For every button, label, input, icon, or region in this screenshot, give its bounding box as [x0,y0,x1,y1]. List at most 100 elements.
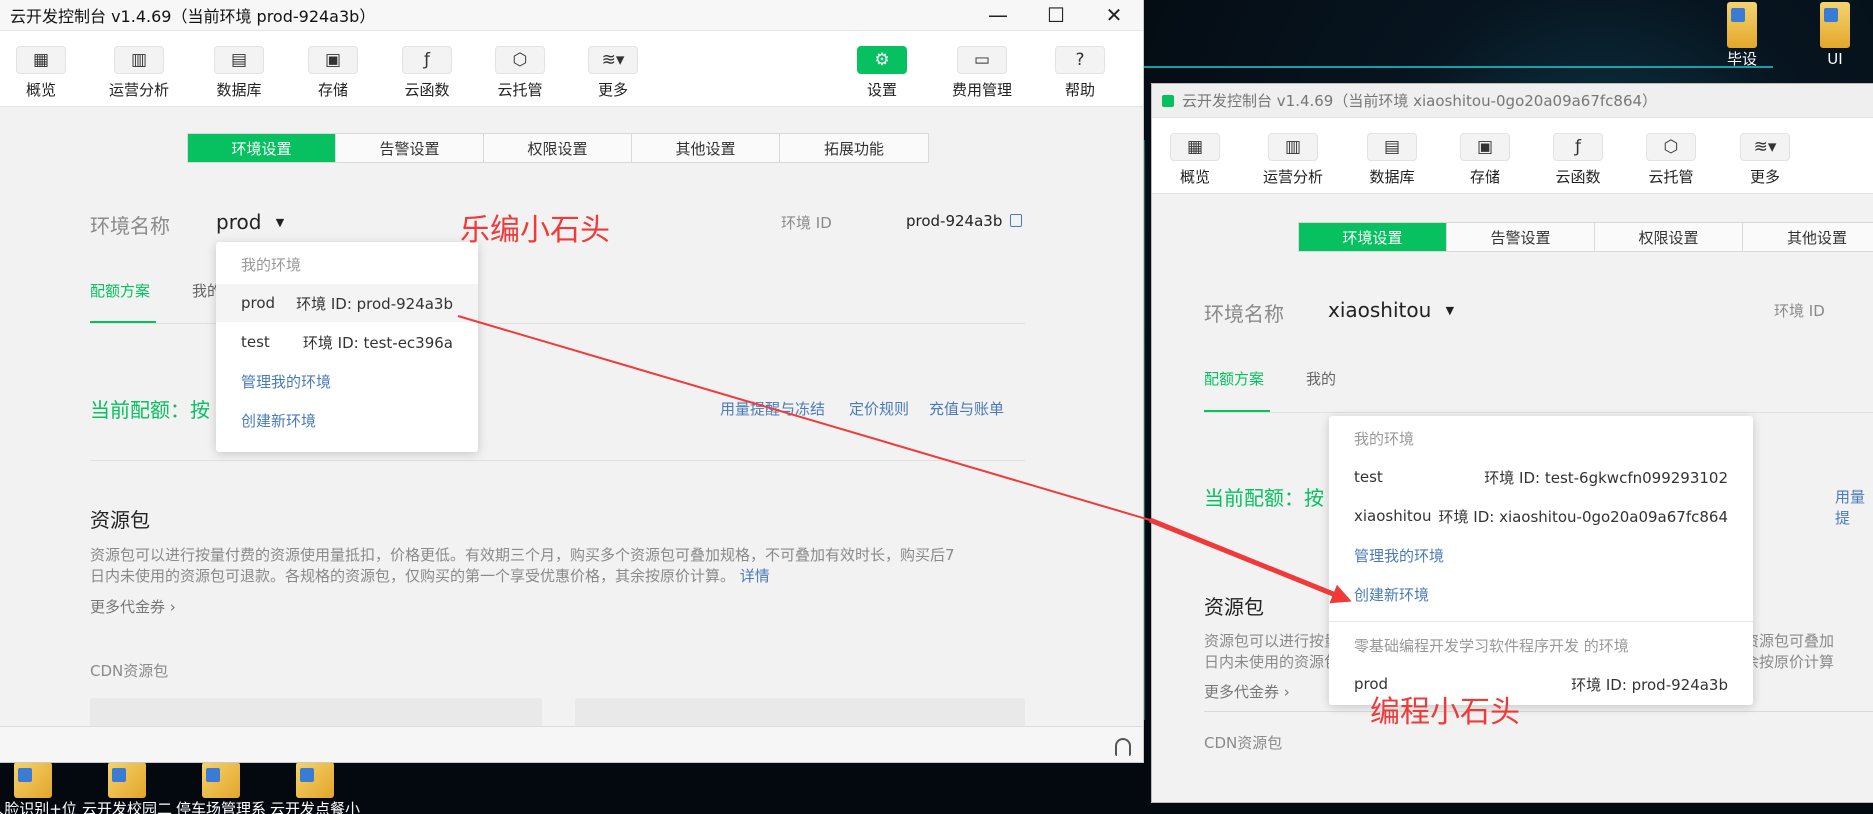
maximize-icon[interactable]: ☐ [1027,0,1085,30]
current-quota: 当前配额：按 [1204,486,1324,510]
env-dropdown: 我的环境 prod 环境 ID: prod-924a3b test 环境 ID:… [216,242,478,452]
desktop-icon-ui[interactable]: UI [1790,2,1873,69]
window-title: 云开发控制台 v1.4.69（当前环境 xiaoshitou-0go20a09a… [1182,92,1658,110]
more-coupons[interactable]: 更多代金券 › [90,596,176,617]
subtab-quota[interactable]: 配额方案 [1204,368,1264,389]
toolbar-label: 设置 [866,81,897,99]
toolbar-button-5[interactable]: ⬡ 云托管 [480,46,560,100]
minimize-icon[interactable]: — [969,0,1027,30]
toolbar-button-4[interactable]: ƒ 云函数 [1538,133,1618,187]
manage-env-link[interactable]: 管理我的环境 [216,362,478,400]
console-window-prod[interactable]: 云开发控制台 v1.4.69（当前环境 prod-924a3b） — ☐ ✕ ▦… [0,0,1143,762]
tab-alert-settings[interactable]: 告警设置 [336,134,484,162]
tab-env-settings[interactable]: 环境设置 [1299,223,1447,251]
toolbar-button-7[interactable]: ⚙ 设置 [842,46,922,100]
more-coupons[interactable]: 更多代金券 › [1204,681,1290,702]
dropdown-item-prod[interactable]: prod 环境 ID: prod-924a3b [216,284,478,322]
project-icon [108,762,146,798]
create-env-link[interactable]: 创建新环境 [1329,575,1753,613]
storage-icon: ▣ [1460,133,1510,161]
toolbar-label: 数据库 [216,81,262,99]
toolbar-button-0[interactable]: ▦ 概览 [1,46,81,100]
toolbar-button-2[interactable]: ▤ 数据库 [1352,133,1432,187]
env-id-value: prod-924a3b [906,212,1023,230]
dropdown-item-test[interactable]: test 环境 ID: test-6gkwcfn099293102 [1329,458,1753,496]
tab-other-settings[interactable]: 其他设置 [632,134,780,162]
annotation-bottom: 编程小石头 [1370,695,1520,730]
manage-env-link[interactable]: 管理我的环境 [1329,536,1753,574]
title-bar[interactable]: 云开发控制台 v1.4.69（当前环境 prod-924a3b） — ☐ ✕ [0,0,1143,31]
toolbar-label: 存储 [1469,168,1500,186]
toolbar-button-3[interactable]: ▣ 存储 [293,46,373,100]
project-icon [202,762,240,798]
toolbar-button-0[interactable]: ▦ 概览 [1155,133,1235,187]
title-bar[interactable]: 云开发控制台 v1.4.69（当前环境 xiaoshitou-0go20a09a… [1152,84,1873,118]
detail-link[interactable]: 详情 [740,567,770,585]
desktop-icon-face[interactable]: 人脸识别+位置签到 [0,762,78,814]
dropdown-item-xiaoshitou[interactable]: xiaoshitou 环境 ID: xiaoshitou-0go20a09a67… [1329,497,1753,535]
project-icon [296,762,334,798]
env-select[interactable]: xiaoshitou ▼ [1328,298,1454,322]
env-select[interactable]: prod ▼ [216,210,284,234]
toolbar-label: 云函数 [1555,168,1601,186]
toolbar-button-8[interactable]: ▭ 费用管理 [942,46,1022,100]
toolbar-label: 云托管 [1648,168,1694,186]
env-id-label: 环境 ID [781,214,832,232]
toolbar-label: 存储 [317,81,348,99]
billing-icon: ▭ [957,46,1007,74]
desktop-icon-order[interactable]: 云开发点餐小程序 [270,762,360,814]
folder-icon [1820,2,1850,48]
tab-permission-settings[interactable]: 权限设置 [1595,223,1743,251]
tab-permission-settings[interactable]: 权限设置 [484,134,632,162]
storage-icon: ▣ [308,46,358,74]
database-icon: ▤ [214,46,264,74]
resource-desc-2: 日内未使用的资源包可退款。各规格的资源包，仅购买的第一个享受优惠价格，其余按原价… [90,567,770,585]
link-pricing[interactable]: 定价规则 [849,398,909,419]
toolbar-button-3[interactable]: ▣ 存储 [1445,133,1525,187]
link-usage-alert[interactable]: 用量提醒与冻结 [720,398,825,419]
env-id-label: 环境 ID [1774,302,1825,320]
bell-icon[interactable] [1115,738,1131,756]
toolbar-button-2[interactable]: ▤ 数据库 [199,46,279,100]
tab-env-settings[interactable]: 环境设置 [188,134,336,162]
toolbar-label: 概览 [1179,168,1210,186]
subtab-mine[interactable]: 我的 [1306,368,1336,389]
app-icon [1162,94,1174,107]
tab-extensions[interactable]: 拓展功能 [780,134,928,162]
copy-icon[interactable] [1010,214,1023,227]
toolbar-button-1[interactable]: ▥ 运营分析 [1253,133,1333,187]
help-icon: ? [1055,46,1105,74]
tab-other-settings[interactable]: 其他设置 [1743,223,1873,251]
annotation-top: 乐编小石头 [460,213,610,248]
create-env-link[interactable]: 创建新环境 [216,401,478,439]
database-icon: ▤ [1367,133,1417,161]
toolbar-label: 运营分析 [1262,168,1323,186]
layers-icon: ≋▾ [1740,133,1790,161]
dropdown-header: 我的环境 [1354,429,1415,448]
desktop-icon-parking[interactable]: 停车场管理系统 [176,762,266,814]
toolbar-button-6[interactable]: ≋▾ 更多 [1725,133,1805,187]
subtab-quota[interactable]: 配额方案 [90,280,150,301]
toolbar-label: 概览 [25,81,56,99]
cube-icon: ⬡ [495,46,545,74]
toolbar-button-5[interactable]: ⬡ 云托管 [1631,133,1711,187]
tab-alert-settings[interactable]: 告警设置 [1447,223,1595,251]
toolbar-button-4[interactable]: ƒ 云函数 [387,46,467,100]
bar-chart-icon: ▥ [114,46,164,74]
shared-env-header: 零基础编程开发学习软件程序开发 的环境 [1354,636,1629,655]
toolbar-button-1[interactable]: ▥ 运营分析 [99,46,179,100]
desktop-icon-campus[interactable]: 云开发校园二手交易 [82,762,172,814]
toolbar-button-6[interactable]: ≋▾ 更多 [573,46,653,100]
desktop-icon-bishe[interactable]: 毕设 [1697,2,1787,69]
toolbar-label: 数据库 [1369,168,1415,186]
toolbar-button-9[interactable]: ? 帮助 [1040,46,1120,100]
function-icon: ƒ [1553,133,1603,161]
subtab-indicator [1204,410,1270,412]
settings-content: 环境设置 告警设置 权限设置 其他设置 拓展功能 环境名称 prod ▼ 环境 … [0,108,1143,738]
link-recharge[interactable]: 充值与账单 [929,398,1004,419]
folder-icon [1727,2,1757,48]
link-usage-alert[interactable]: 用量提 [1835,486,1873,528]
dropdown-item-test[interactable]: test 环境 ID: test-ec396a [216,323,478,361]
toolbar-label: 帮助 [1064,81,1095,99]
close-icon[interactable]: ✕ [1085,0,1143,30]
